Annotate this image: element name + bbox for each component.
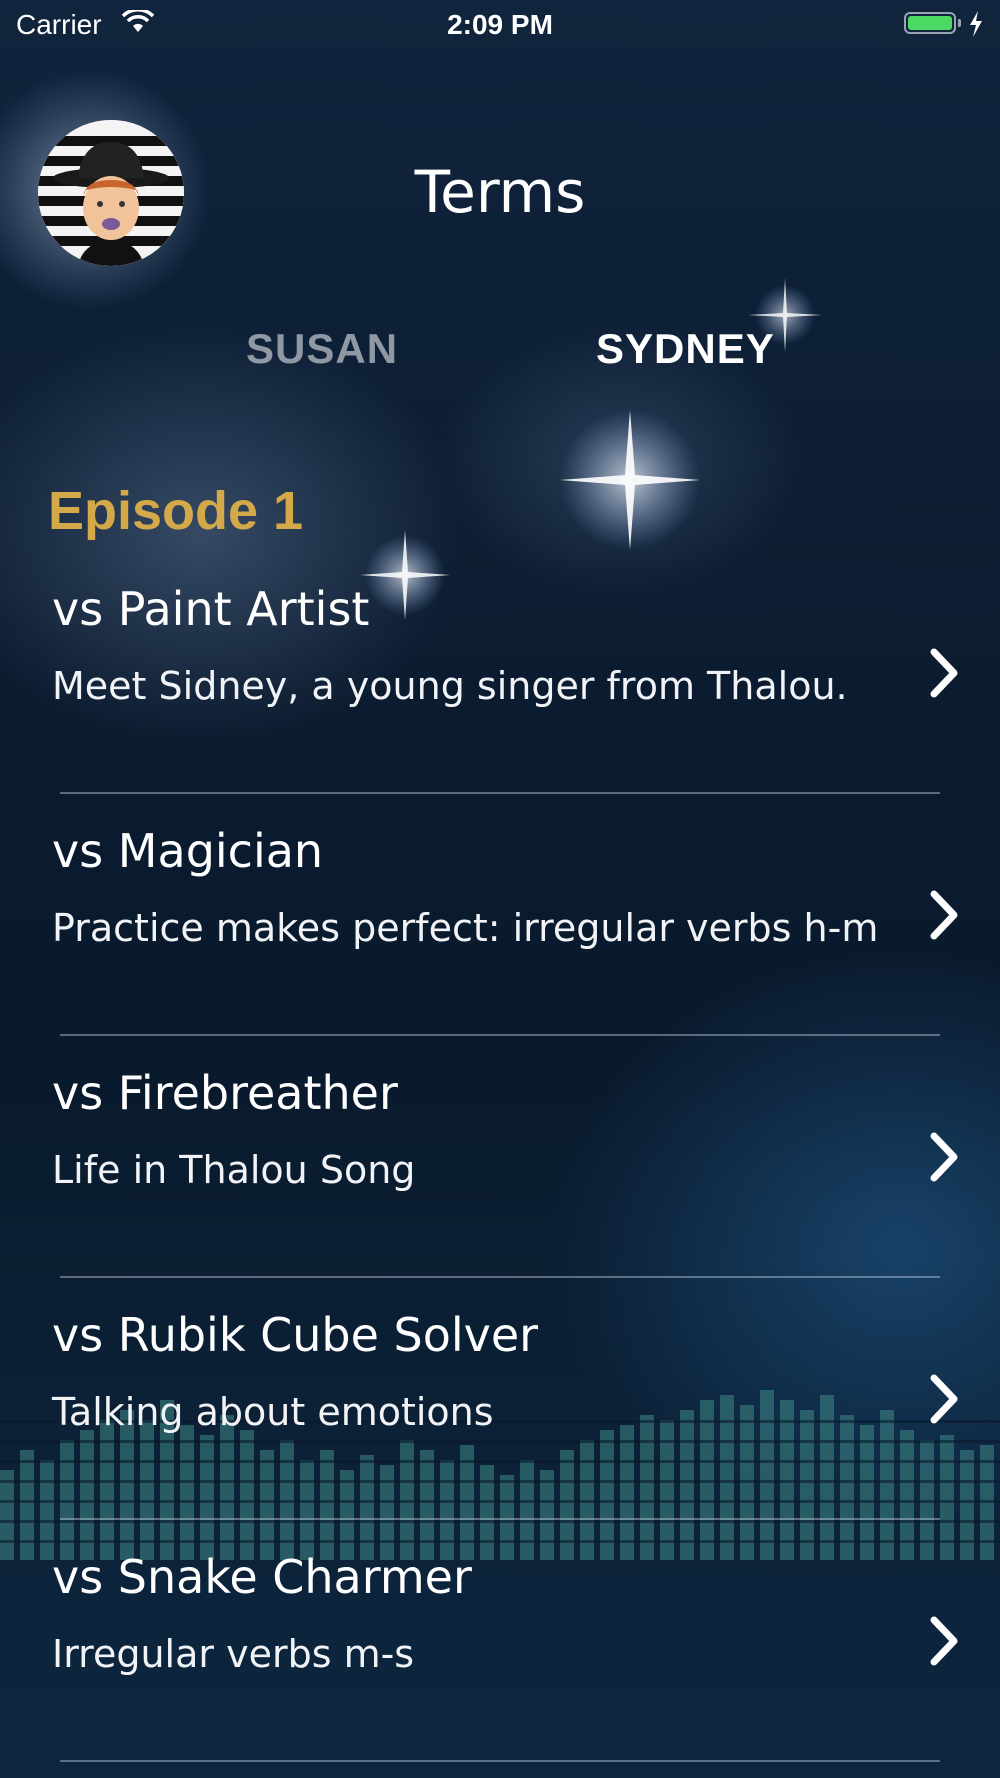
list-item[interactable]: vs Rubik Cube Solver Talking about emoti…: [0, 1278, 1000, 1520]
battery-icon: [904, 12, 956, 34]
battery-fill: [908, 16, 952, 30]
item-subtitle: Irregular verbs m-s: [52, 1632, 415, 1676]
episode-list: vs Paint Artist Meet Sidney, a young sin…: [0, 552, 1000, 1762]
item-subtitle: Practice makes perfect: irregular verbs …: [52, 906, 879, 950]
row-divider: [60, 1760, 940, 1762]
list-item[interactable]: vs Firebreather Life in Thalou Song: [0, 1036, 1000, 1278]
item-title: vs Firebreather: [52, 1066, 398, 1120]
episode-heading: Episode 1: [48, 481, 304, 541]
list-item[interactable]: vs Magician Practice makes perfect: irre…: [0, 794, 1000, 1036]
battery-tip: [958, 19, 961, 27]
chevron-right-icon: [930, 648, 958, 698]
item-subtitle: Talking about emotions: [52, 1390, 494, 1434]
chevron-right-icon: [930, 890, 958, 940]
item-title: vs Snake Charmer: [52, 1550, 472, 1604]
list-item[interactable]: vs Snake Charmer Irregular verbs m-s: [0, 1520, 1000, 1762]
status-bar: Carrier 2:09 PM: [0, 0, 1000, 50]
page-title: Terms: [414, 158, 586, 226]
status-time: 2:09 PM: [447, 9, 553, 40]
item-subtitle: Life in Thalou Song: [52, 1148, 416, 1192]
header: Terms: [0, 120, 1000, 266]
item-title: vs Paint Artist: [52, 582, 370, 636]
sparkle-decoration: [560, 410, 700, 550]
chevron-right-icon: [930, 1374, 958, 1424]
tab-susan[interactable]: SUSAN: [246, 325, 398, 373]
chevron-right-icon: [930, 1616, 958, 1666]
item-subtitle: Meet Sidney, a young singer from Thalou.: [52, 664, 848, 708]
chevron-right-icon: [930, 1132, 958, 1182]
tab-sydney[interactable]: SYDNEY: [596, 325, 775, 373]
item-title: vs Rubik Cube Solver: [52, 1308, 539, 1362]
charging-bolt-icon: [970, 11, 982, 37]
list-item[interactable]: vs Paint Artist Meet Sidney, a young sin…: [0, 552, 1000, 794]
character-tabs: SUSAN SYDNEY: [0, 325, 1000, 385]
item-title: vs Magician: [52, 824, 324, 878]
